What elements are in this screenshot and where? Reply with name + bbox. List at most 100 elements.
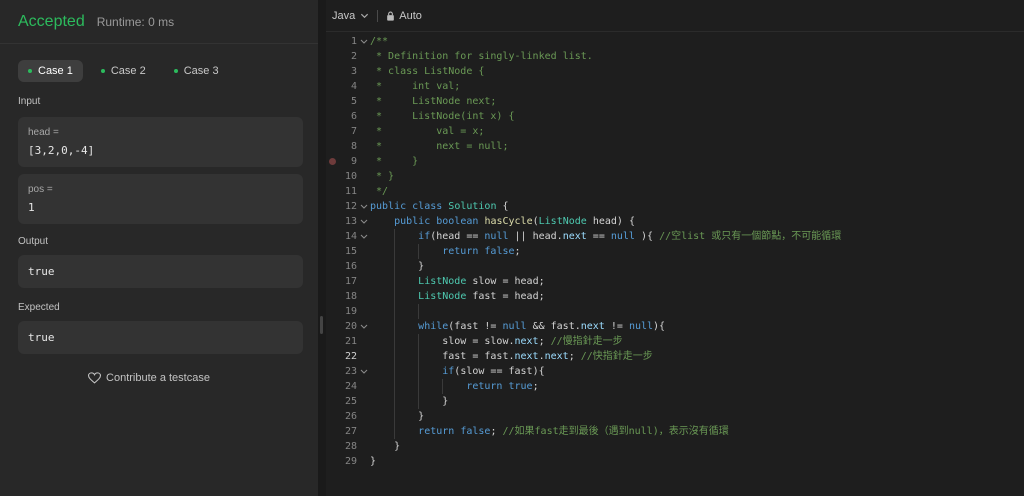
language-label: Java xyxy=(332,9,356,22)
line-number: 13 xyxy=(344,216,357,227)
output-label: Output xyxy=(18,236,49,247)
code-text: * val = x; xyxy=(370,126,485,137)
line-number: 20 xyxy=(344,321,357,332)
code-line[interactable]: 28 } xyxy=(326,439,1024,454)
code-text: while(fast != null && fast.next != null)… xyxy=(418,321,666,332)
code-line[interactable]: 14 if(head == null || head.next == null … xyxy=(326,229,1024,244)
code-line[interactable]: 3 * class ListNode { xyxy=(326,64,1024,79)
code-line[interactable]: 10 * } xyxy=(326,169,1024,184)
code-line[interactable]: 11 */ xyxy=(326,184,1024,199)
heart-icon xyxy=(88,372,102,384)
code-line[interactable]: 20 while(fast != null && fast.next != nu… xyxy=(326,319,1024,334)
tab-case-3-label: Case 3 xyxy=(183,65,219,77)
code-line[interactable]: 29} xyxy=(326,454,1024,469)
code-line[interactable]: 25 } xyxy=(326,394,1024,409)
code-area[interactable]: 1 /** 2 * Definition for singly-linked lis… xyxy=(326,34,1024,469)
code-text: if(head == null || head.next == null ){ … xyxy=(418,231,842,242)
line-number: 19 xyxy=(344,306,357,317)
pass-dot-icon xyxy=(28,69,32,73)
line-number: 4 xyxy=(350,81,357,92)
code-text: return false; //如果fast走到最後（遇到null)，表示沒有循… xyxy=(418,426,729,437)
code-line[interactable]: 4 * int val; xyxy=(326,79,1024,94)
contribute-label: Contribute a testcase xyxy=(106,372,210,384)
code-text: /** xyxy=(370,36,389,47)
line-number: 9 xyxy=(350,156,357,167)
code-text: public class Solution { xyxy=(370,201,509,212)
tab-case-2[interactable]: Case 2 xyxy=(91,60,156,82)
code-text: } xyxy=(370,261,425,272)
line-number: 14 xyxy=(344,231,357,242)
indent-guide xyxy=(394,304,396,319)
code-text: * next = null; xyxy=(370,141,509,152)
code-text: if(slow == fast){ xyxy=(442,366,545,377)
code-line[interactable]: 27 return false; //如果fast走到最後（遇到null)，表示… xyxy=(326,424,1024,439)
code-text: */ xyxy=(370,186,389,197)
line-number: 18 xyxy=(344,291,357,302)
code-line[interactable]: 7 * val = x; xyxy=(326,124,1024,139)
code-line[interactable]: 2 * Definition for singly-linked list. xyxy=(326,49,1024,64)
code-line[interactable]: 13 public boolean hasCycle(ListNode head… xyxy=(326,214,1024,229)
code-line[interactable]: 16 } xyxy=(326,259,1024,274)
param-value-pos: 1 xyxy=(28,201,35,214)
code-line[interactable]: 5 * ListNode next; xyxy=(326,94,1024,109)
line-number: 21 xyxy=(344,336,357,347)
code-line[interactable]: 26 } xyxy=(326,409,1024,424)
mode-label: Auto xyxy=(399,9,422,22)
language-select[interactable]: Java xyxy=(332,10,369,22)
result-header: Accepted Runtime: 0 ms xyxy=(0,0,318,44)
code-text: slow = slow.next; //慢指針走一步 xyxy=(370,336,623,347)
expected-value: true xyxy=(28,331,55,344)
param-name-head: head = xyxy=(28,127,59,138)
lock-icon xyxy=(387,11,395,21)
code-line[interactable]: 17 ListNode slow = head; xyxy=(326,274,1024,289)
line-number: 6 xyxy=(350,111,357,122)
code-line[interactable]: 15 return false; xyxy=(326,244,1024,259)
code-text: ListNode slow = head; xyxy=(418,276,545,287)
input-head-box: head = [3,2,0,-4] xyxy=(18,117,303,167)
code-line[interactable]: 8 * next = null; xyxy=(326,139,1024,154)
line-number: 24 xyxy=(344,381,357,392)
code-line[interactable]: 18 ListNode fast = head; xyxy=(326,289,1024,304)
indent-guide xyxy=(418,304,420,319)
line-number: 3 xyxy=(350,66,357,77)
contribute-testcase-button[interactable]: Contribute a testcase xyxy=(0,372,318,384)
code-text: fast = fast.next.next; //快指針走一步 xyxy=(370,351,653,362)
code-text: * class ListNode { xyxy=(370,66,485,77)
code-text: * } xyxy=(370,171,395,182)
code-line[interactable]: 19 xyxy=(326,304,1024,319)
line-number: 8 xyxy=(350,141,357,152)
tab-case-3[interactable]: Case 3 xyxy=(164,60,229,82)
code-line[interactable]: 6 * ListNode(int x) { xyxy=(326,109,1024,124)
code-line[interactable]: 24 return true; xyxy=(326,379,1024,394)
line-number: 28 xyxy=(344,441,357,452)
param-name-pos: pos = xyxy=(28,184,53,195)
code-text: } xyxy=(370,411,425,422)
line-number: 15 xyxy=(344,246,357,257)
line-number: 5 xyxy=(350,96,357,107)
line-number: 1 xyxy=(350,36,357,47)
code-line[interactable]: 22 fast = fast.next.next; //快指針走一步 xyxy=(326,349,1024,364)
expected-label: Expected xyxy=(18,302,60,313)
code-line[interactable]: 9 * } xyxy=(326,154,1024,169)
line-number: 23 xyxy=(344,366,357,377)
tab-case-1[interactable]: Case 1 xyxy=(18,60,83,82)
line-number: 22 xyxy=(344,351,357,362)
code-text: * int val; xyxy=(370,81,461,92)
line-number: 27 xyxy=(344,426,357,437)
code-editor[interactable]: Java Auto 1 /** 2 * Definition for singly-… xyxy=(326,0,1024,496)
code-line[interactable]: 21 slow = slow.next; //慢指針走一步 xyxy=(326,334,1024,349)
code-text: ListNode fast = head; xyxy=(418,291,545,302)
panel-resizer[interactable] xyxy=(318,0,326,496)
code-text: * ListNode(int x) { xyxy=(370,111,515,122)
auto-mode-button[interactable]: Auto xyxy=(386,10,422,22)
code-line[interactable]: 23 if(slow == fast){ xyxy=(326,364,1024,379)
code-text: } xyxy=(370,396,449,407)
code-text: return false; xyxy=(442,246,521,257)
line-number: 12 xyxy=(344,201,357,212)
line-number: 17 xyxy=(344,276,357,287)
code-text: * Definition for singly-linked list. xyxy=(370,51,593,62)
result-status: Accepted xyxy=(18,12,85,30)
code-line[interactable]: 12 public class Solution { xyxy=(326,199,1024,214)
code-line[interactable]: 1 /** xyxy=(326,34,1024,49)
code-text: } xyxy=(370,441,401,452)
